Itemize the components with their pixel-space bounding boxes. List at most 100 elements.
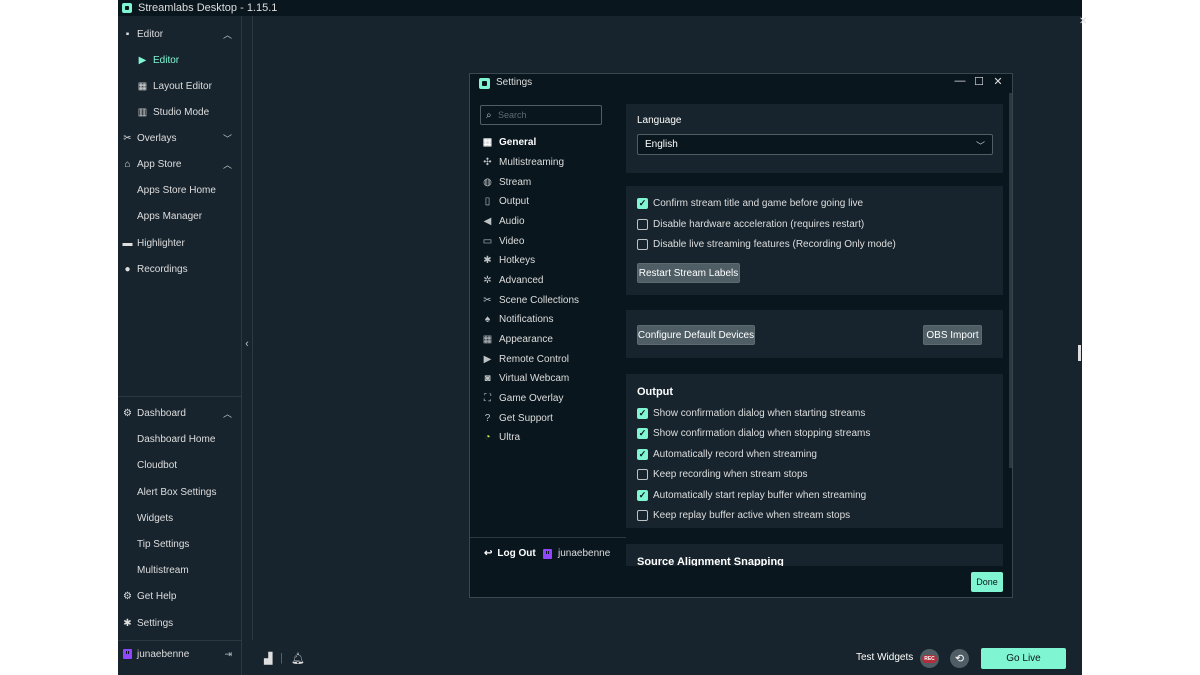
search-input[interactable] (498, 110, 593, 120)
settings-nav-advanced[interactable]: ✲ Advanced (482, 271, 543, 289)
settings-nav-divider (470, 537, 626, 538)
collapse-sidebar-icon[interactable]: ‹ (242, 338, 252, 352)
checkbox-confirm-stop[interactable]: ✓ Show confirmation dialog when stopping … (637, 426, 870, 440)
language-label: Language (637, 115, 682, 126)
checkbox-label: Confirm stream title and game before goi… (653, 197, 864, 209)
settings-nav-ultra[interactable]: ◔ Ultra (482, 428, 520, 446)
record-button[interactable]: REC (920, 649, 939, 668)
sidebar-item-recordings[interactable]: ● Recordings (118, 258, 242, 280)
overlays-icon: ✂ (123, 132, 132, 144)
checkbox-confirm-stream-title[interactable]: ✓ Confirm stream title and game before go… (637, 196, 863, 210)
sidebar-item-widgets[interactable]: Widgets (118, 507, 242, 529)
sidebar-item-highlighter[interactable]: ▬ Highlighter (118, 232, 242, 254)
settings-nav-audio[interactable]: ◀ Audio (482, 212, 525, 230)
checkbox-keep-replay-buffer[interactable]: Keep replay buffer active when stream st… (637, 508, 850, 522)
checkbox-keep-recording[interactable]: Keep recording when stream stops (637, 467, 808, 481)
checkbox-checked[interactable]: ✓ (637, 427, 648, 439)
language-select[interactable]: English ﹀ (637, 134, 993, 155)
checkbox-disable-live-streaming[interactable]: Disable live streaming features (Recordi… (637, 237, 896, 251)
sidebar-item-editor[interactable]: ▪ Editor ︿ (118, 23, 242, 45)
checkbox-checked[interactable]: ✓ (637, 448, 648, 460)
settings-nav-label: Scene Collections (499, 294, 580, 306)
sidebar-item-app-store[interactable]: ⌂ App Store ︿ (118, 153, 242, 175)
settings-nav-scene-collections[interactable]: ✂ Scene Collections (482, 291, 579, 309)
obs-import-button[interactable]: OBS Import (923, 325, 982, 345)
settings-scrollbar[interactable] (1009, 93, 1012, 468)
checkbox-auto-replay-buffer[interactable]: ✓ Automatically start replay buffer when … (637, 488, 866, 502)
checkbox-disable-hw-accel[interactable]: Disable hardware acceleration (requires … (637, 217, 864, 231)
settings-nav-multistreaming[interactable]: ✣ Multistreaming (482, 153, 564, 171)
sidebar-item-apps-store-home[interactable]: Apps Store Home (118, 179, 242, 201)
columns-icon: ▥ (137, 106, 148, 118)
checkbox-unchecked[interactable] (637, 468, 648, 480)
checkbox-auto-record[interactable]: ✓ Automatically record when streaming (637, 447, 817, 461)
sidebar-item-studio-mode[interactable]: ▥ Studio Mode (118, 101, 242, 123)
remote-icon: ▶ (483, 353, 492, 365)
studio-footer: ▟ | 🔔︎ Test Widgets REC ⟲ Go Live (253, 640, 1082, 675)
settings-nav-hotkeys[interactable]: ✱ Hotkeys (482, 251, 535, 269)
bell-icon: ♠ (484, 313, 491, 325)
checkbox-confirm-start[interactable]: ✓ Show confirmation dialog when starting … (637, 406, 865, 420)
minimize-icon[interactable]: — (953, 75, 967, 87)
scroll-grip[interactable] (1078, 345, 1081, 361)
bell-icon[interactable]: 🔔︎ (291, 652, 305, 665)
sidebar-item-apps-manager[interactable]: Apps Manager (118, 205, 242, 227)
gear-icon: ✱ (483, 254, 492, 266)
maximize-icon[interactable]: ☐ (972, 75, 986, 88)
close-icon[interactable]: ✕ (1079, 16, 1087, 27)
sidebar-item-label: Apps Store Home (137, 184, 216, 196)
twitch-icon (543, 548, 552, 559)
sidebar-item-settings[interactable]: ✱ Settings (118, 612, 242, 634)
checkbox-unchecked[interactable] (637, 218, 648, 230)
settings-nav-output[interactable]: ▯ Output (482, 192, 529, 210)
settings-nav-virtual-webcam[interactable]: ◙ Virtual Webcam (482, 369, 569, 387)
checkbox-unchecked[interactable] (637, 509, 648, 521)
help-icon: ? (484, 412, 491, 424)
checkbox-checked[interactable]: ✓ (637, 407, 648, 419)
checkbox-label: Show confirmation dialog when stopping s… (653, 427, 871, 439)
app-title: Streamlabs Desktop - 1.15.1 (138, 2, 278, 14)
settings-nav-remote-control[interactable]: ▶ Remote Control (482, 350, 569, 368)
logout-button[interactable]: ↩ Log Out (484, 548, 536, 559)
go-live-button[interactable]: Go Live (981, 648, 1066, 669)
chevron-up-icon: ︿ (222, 159, 232, 170)
sidebar-item-tip-settings[interactable]: Tip Settings (118, 533, 242, 555)
settings-nav-appearance[interactable]: ▦ Appearance (482, 330, 553, 348)
settings-nav-label: Audio (499, 215, 525, 227)
sidebar-item-multistream[interactable]: Multistream (118, 559, 242, 581)
logout-icon[interactable]: ⇥ (224, 649, 232, 660)
close-icon[interactable]: ✕ (991, 75, 1005, 88)
configure-default-devices-button[interactable]: Configure Default Devices (637, 325, 755, 345)
twitch-icon (122, 649, 133, 660)
settings-nav-video[interactable]: ▭ Video (482, 232, 525, 250)
settings-nav-notifications[interactable]: ♠ Notifications (482, 310, 554, 328)
checkbox-unchecked[interactable] (637, 238, 648, 250)
replay-buffer-button[interactable]: ⟲ (950, 649, 969, 668)
sidebar-item-alert-box-settings[interactable]: Alert Box Settings (118, 481, 242, 503)
sidebar-item-dashboard-home[interactable]: Dashboard Home (118, 428, 242, 450)
test-widgets-button[interactable]: Test Widgets (856, 652, 913, 663)
sidebar-user[interactable]: junaebenne ⇥ (118, 643, 242, 665)
sidebar-item-get-help[interactable]: ⚙ Get Help (118, 585, 242, 607)
settings-nav-game-overlay[interactable]: ⛶ Game Overlay (482, 389, 563, 407)
sidebar-item-layout-editor[interactable]: ▦ Layout Editor (118, 75, 242, 97)
sidebar-item-label: Editor (153, 54, 180, 66)
done-button[interactable]: Done (971, 572, 1003, 592)
stats-icon[interactable]: ▟ (264, 652, 272, 665)
checkbox-checked[interactable]: ✓ (637, 489, 648, 501)
settings-search[interactable]: ⌕ (480, 105, 602, 125)
language-card: Language English ﹀ (626, 104, 1003, 173)
rec-badge: REC (922, 654, 937, 663)
settings-nav-stream[interactable]: ◍ Stream (482, 173, 531, 191)
sidebar-item-editor-sub[interactable]: ▶ Editor (118, 49, 242, 71)
sidebar-item-label: App Store (137, 158, 182, 170)
checkbox-checked[interactable]: ✓ (637, 197, 648, 209)
sidebar-item-overlays[interactable]: ✂ Overlays ﹀ (118, 127, 242, 149)
settings-nav-general[interactable]: ▦ General (482, 133, 536, 151)
output-title: Output (637, 386, 674, 398)
output-card: Output ✓ Show confirmation dialog when st… (626, 374, 1003, 528)
restart-stream-labels-button[interactable]: Restart Stream Labels (637, 263, 740, 283)
sidebar-item-cloudbot[interactable]: Cloudbot (118, 454, 242, 476)
sidebar-item-dashboard[interactable]: ⚙ Dashboard ︿ (118, 402, 242, 424)
settings-nav-get-support[interactable]: ? Get Support (482, 409, 553, 427)
